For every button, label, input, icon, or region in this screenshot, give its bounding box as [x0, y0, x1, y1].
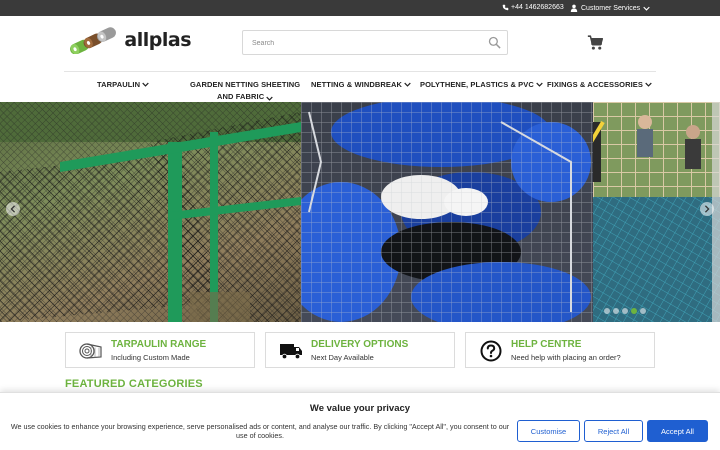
help-question-icon	[478, 339, 504, 363]
cookie-body: We use cookies to enhance your browsing …	[10, 422, 510, 440]
search-icon[interactable]	[488, 36, 501, 49]
chevron-right-icon	[704, 205, 710, 213]
feature-title: TARPAULIN RANGE	[111, 339, 207, 350]
feature-title: DELIVERY OPTIONS	[311, 339, 409, 350]
chevron-down-icon	[404, 82, 411, 87]
chevron-left-icon	[10, 205, 16, 213]
carousel-dot[interactable]	[622, 308, 628, 314]
tarpaulin-roll-icon	[78, 339, 104, 363]
phone-icon	[502, 4, 509, 11]
carousel-dot[interactable]	[613, 308, 619, 314]
cookie-banner: We value your privacy We use cookies to …	[0, 392, 720, 450]
main-nav: TARPAULIN GARDEN NETTING SHEETING AND FA…	[0, 80, 720, 102]
user-icon	[570, 4, 578, 12]
chevron-down-icon	[643, 6, 650, 11]
nav-item-label-line2: AND FABRIC	[216, 92, 265, 101]
search-input[interactable]	[252, 37, 472, 50]
chevron-down-icon	[142, 82, 149, 87]
customise-button[interactable]: Customise	[517, 420, 580, 442]
customer-services-menu[interactable]: Customer Services	[570, 4, 650, 12]
feature-help-centre[interactable]: HELP CENTRE Need help with placing an or…	[465, 332, 655, 368]
featured-categories-heading: FEATURED CATEGORIES	[65, 378, 203, 390]
hero-image-netting-frame	[0, 102, 301, 322]
nav-item-label: TARPAULIN	[97, 80, 141, 89]
truck-icon	[278, 339, 304, 363]
feature-subtitle: Next Day Available	[311, 353, 374, 362]
cart-icon[interactable]	[587, 35, 604, 51]
accept-all-button[interactable]: Accept All	[647, 420, 708, 442]
nav-item-garden-netting[interactable]: GARDEN NETTING SHEETING AND FABRIC	[190, 80, 300, 102]
feature-tarpaulin-range[interactable]: TARPAULIN RANGE Including Custom Made	[65, 332, 255, 368]
feature-delivery-options[interactable]: DELIVERY OPTIONS Next Day Available	[265, 332, 455, 368]
nav-item-tarpaulin[interactable]: TARPAULIN	[97, 80, 149, 90]
cookie-title: We value your privacy	[309, 403, 411, 414]
feature-subtitle: Need help with placing an order?	[511, 353, 621, 362]
carousel-prev-button[interactable]	[6, 202, 20, 216]
feature-title: HELP CENTRE	[511, 339, 582, 350]
search-box	[242, 30, 508, 55]
phone-link[interactable]: +44 1462682663	[502, 4, 564, 11]
top-bar: +44 1462682663 Customer Services	[0, 0, 720, 16]
hero-carousel[interactable]	[0, 102, 720, 322]
nav-item-label: FIXINGS & ACCESSORIES	[547, 80, 644, 89]
carousel-next-button[interactable]	[700, 202, 714, 216]
hero-image-blue-netting	[301, 102, 593, 322]
nav-item-label: NETTING & WINDBREAK	[311, 80, 403, 89]
phone-number: +44 1462682663	[511, 4, 564, 11]
carousel-dots	[604, 308, 646, 314]
carousel-dot[interactable]	[640, 308, 646, 314]
reject-all-button[interactable]: Reject All	[584, 420, 643, 442]
carousel-dot-active[interactable]	[631, 308, 637, 314]
nav-item-netting-windbreak[interactable]: NETTING & WINDBREAK	[311, 80, 411, 90]
chevron-down-icon	[645, 82, 652, 87]
header-divider	[64, 71, 656, 72]
logo-rolls-icon	[70, 27, 116, 54]
customer-services-label: Customer Services	[581, 4, 641, 12]
nav-item-fixings-accessories[interactable]: FIXINGS & ACCESSORIES	[547, 80, 652, 90]
site-logo[interactable]: allplas	[66, 24, 191, 56]
nav-item-label: POLYTHENE, PLASTICS & PVC	[420, 80, 534, 89]
feature-subtitle: Including Custom Made	[111, 353, 190, 362]
chevron-down-icon	[536, 82, 543, 87]
logo-text: allplas	[124, 29, 191, 51]
chevron-down-icon	[266, 96, 273, 101]
nav-item-label-line1: GARDEN NETTING SHEETING	[190, 80, 301, 89]
carousel-dot[interactable]	[604, 308, 610, 314]
nav-item-polythene-plastics[interactable]: POLYTHENE, PLASTICS & PVC	[420, 80, 543, 90]
